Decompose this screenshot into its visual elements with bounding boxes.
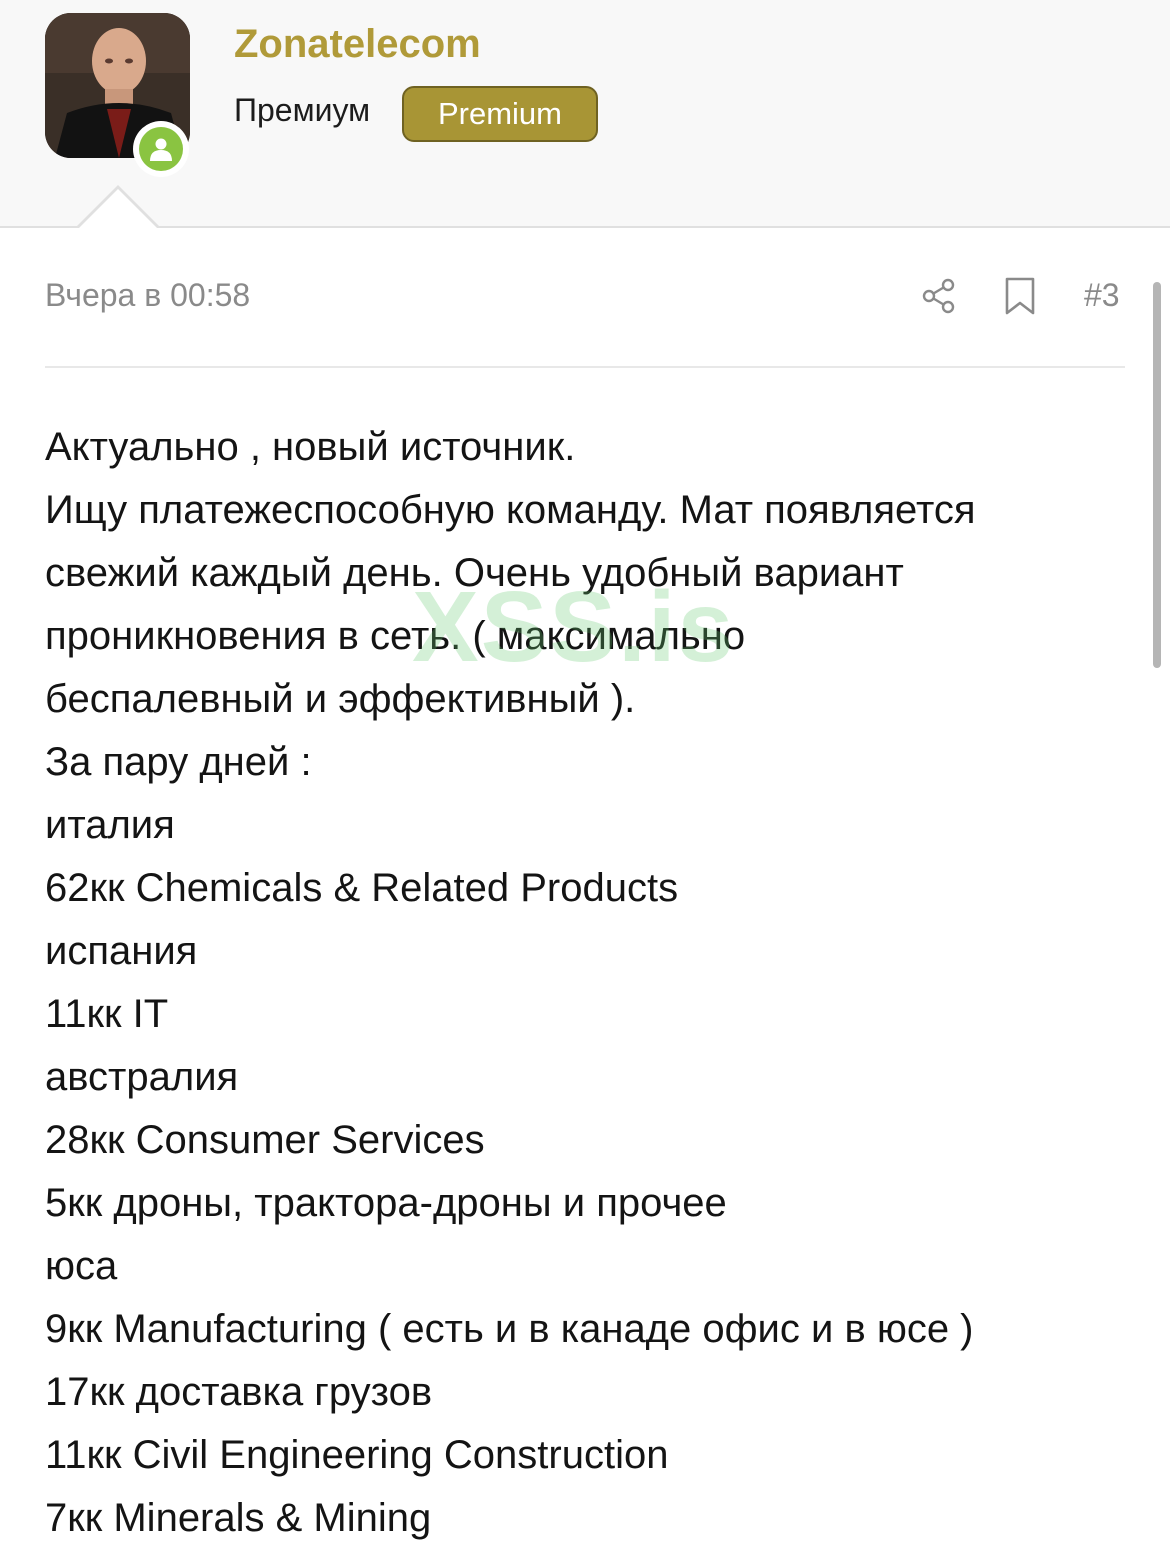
post-body: Актуально , новый источник. Ищу платежесп… [45, 416, 1145, 1550]
post-line: 17кк доставка грузов [45, 1370, 433, 1414]
header-notch-fill [78, 189, 158, 229]
post-line: юса [45, 1244, 118, 1288]
post-line: проникновения в сеть. ( максимально [45, 614, 746, 658]
post-line: австралия [45, 1055, 239, 1099]
user-title: Премиум [234, 92, 371, 128]
share-button[interactable] [919, 276, 959, 316]
bookmark-button[interactable] [1002, 276, 1038, 316]
post-line: 5кк дроны, трактора-дроны и прочее [45, 1181, 727, 1225]
post-line: Ищу платежеспособную команду. Мат появля… [45, 488, 976, 532]
post-line: беспалевный и эффективный ). [45, 677, 636, 721]
post-number-link[interactable]: #3 [1084, 277, 1120, 314]
online-status-indicator [133, 121, 189, 177]
share-icon [922, 278, 955, 314]
username[interactable]: Zonatelecom [234, 22, 481, 67]
post-line: За пару дней : [45, 740, 312, 784]
user-online-icon [139, 127, 183, 171]
premium-badge: Premium [402, 86, 598, 142]
post-line: 11кк IT [45, 992, 169, 1036]
post-line: италия [45, 803, 175, 847]
meta-divider [45, 366, 1125, 368]
post-line: 28кк Consumer Services [45, 1118, 485, 1162]
bookmark-icon [1005, 277, 1035, 315]
post-line: Актуально , новый источник. [45, 425, 576, 469]
post-line: 62кк Chemicals & Related Products [45, 866, 679, 910]
post-line: 7кк Minerals & Mining [45, 1496, 432, 1540]
post-line: 11кк Civil Engineering Construction [45, 1433, 669, 1477]
post-line: свежий каждый день. Очень удобный вариан… [45, 551, 904, 595]
post-date[interactable]: Вчера в 00:58 [45, 277, 250, 314]
post-line: испания [45, 929, 198, 973]
scrollbar[interactable] [1153, 282, 1161, 668]
post-line: 9кк Manufacturing ( есть и в канаде офис… [45, 1307, 974, 1351]
